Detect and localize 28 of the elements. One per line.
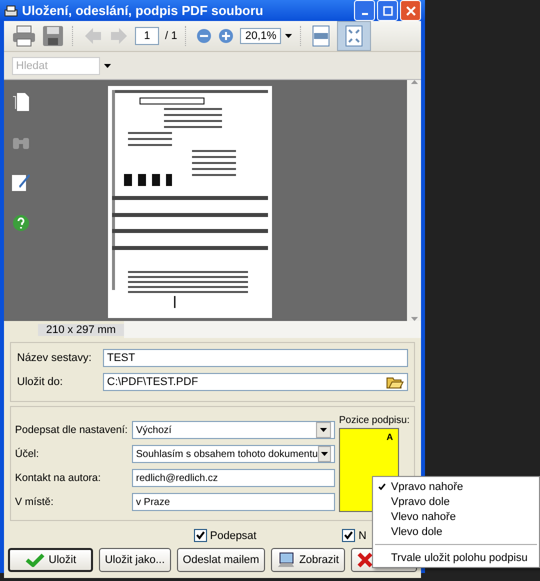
page-field[interactable]: 1 xyxy=(135,27,159,45)
field-label: Podepsat dle nastavení: xyxy=(15,424,128,436)
checkbox-label: Podepsat xyxy=(210,530,256,542)
name-field[interactable]: TEST xyxy=(103,349,408,367)
action-button[interactable]: Zobrazit xyxy=(271,548,345,572)
position-label: Pozice podpisu: xyxy=(339,415,410,426)
action-button[interactable]: Uložit xyxy=(8,548,93,572)
checkbox-label: N xyxy=(358,530,366,542)
position-mark: A xyxy=(386,432,393,442)
page-size-label: 210 x 297 mm xyxy=(38,324,124,336)
field-label: Název sestavy: xyxy=(17,352,93,364)
field-label: V místě: xyxy=(15,496,55,508)
field-label: Uložit do: xyxy=(17,376,64,388)
window-title: Uložení, odeslání, podpis PDF souboru xyxy=(22,3,264,18)
text-field[interactable]: v Praze xyxy=(132,493,335,511)
action-button[interactable]: Odeslat mailem xyxy=(176,548,266,572)
field-label: Účel: xyxy=(15,448,40,460)
menu-item[interactable]: Vlevo nahoře xyxy=(373,509,539,524)
search-field[interactable]: Hledat xyxy=(12,56,100,74)
text-field[interactable]: redlich@redlich.cz xyxy=(132,469,335,487)
path-field[interactable]: C:\PDF\TEST.PDF xyxy=(103,373,408,391)
field-label: Kontakt na autora: xyxy=(15,472,102,484)
dropdown-field[interactable]: Souhlasím s obsahem tohoto dokumentu xyxy=(132,445,335,463)
dropdown-field[interactable]: Výchozí xyxy=(132,421,335,439)
menu-item[interactable]: Trvale uložit polohu podpisu xyxy=(373,550,539,565)
page-total: / 1 xyxy=(165,30,178,42)
menu-item[interactable]: Vlevo dole xyxy=(373,524,539,539)
action-button[interactable]: Uložit jako... xyxy=(98,548,171,572)
